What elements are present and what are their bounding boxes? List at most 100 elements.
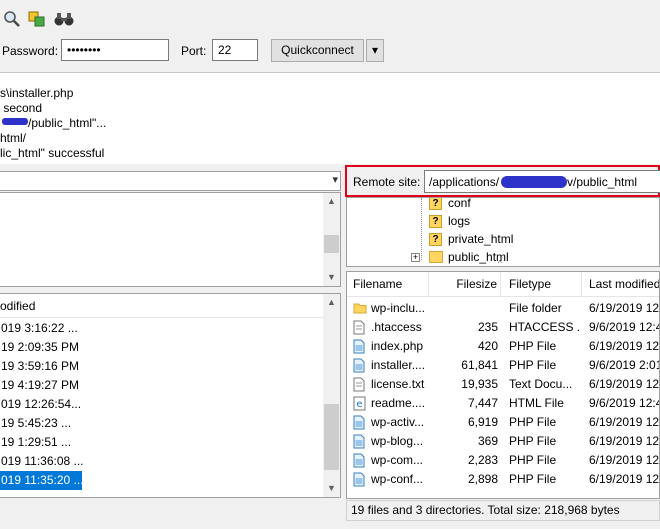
port-label: Port: — [181, 44, 207, 58]
remote-file-list[interactable]: Filename Filesize Filetype Last modified… — [346, 271, 660, 499]
tree-item-logs[interactable]: ? logs — [429, 212, 629, 231]
filesize-cell — [429, 299, 498, 318]
modified-cell: 6/19/2019 12:0 — [589, 339, 660, 353]
local-list-scrollbar[interactable]: ▲ ▼ — [323, 294, 340, 497]
unknown-folder-icon: ? — [429, 198, 442, 210]
tree-item-public-html[interactable]: + public_html — [411, 248, 631, 266]
local-site-path-input[interactable]: ▾ — [0, 171, 341, 191]
filesize-cell: 6,919 — [467, 415, 498, 429]
filetype-cell: HTACCESS ... — [509, 320, 581, 334]
remote-site-path-input[interactable]: /applications/ v/public_html — [424, 170, 660, 193]
table-row-selected[interactable]: 019 11:35:20 ... — [0, 471, 84, 490]
remote-path-start: /applications/ — [429, 175, 500, 189]
column-header-label: Filename — [353, 277, 403, 291]
table-row[interactable]: 19 3:59:16 PM — [0, 357, 324, 376]
table-row[interactable]: 19 5:45:23 ... — [0, 414, 324, 433]
scroll-thumb[interactable] — [324, 235, 339, 253]
compare-icon[interactable] — [27, 9, 47, 29]
remote-site-bar: Remote site: /applications/ v/public_htm… — [345, 165, 660, 197]
modified-cell: 19 1:29:51 ... — [1, 435, 72, 449]
tree-item-label: conf — [448, 197, 471, 210]
local-file-list[interactable]: odified 019 3:16:22 ... 19 2:09:35 PM 19… — [0, 293, 341, 498]
table-row[interactable]: 019 3:16:22 ... — [0, 319, 324, 338]
table-row[interactable]: wp-com... 2,283 PHP File 6/19/2019 12:0 — [347, 451, 659, 470]
column-header-label: Filetype — [509, 277, 552, 291]
modified-cell: 019 12:26:54... — [1, 397, 82, 411]
filetype-cell: PHP File — [509, 339, 557, 353]
php-file-icon — [353, 453, 366, 468]
table-row[interactable]: index.php 420 PHP File 6/19/2019 12:0 — [347, 337, 660, 356]
filename-cell: index.php — [371, 339, 424, 353]
php-file-icon — [353, 358, 366, 373]
modified-cell: 19 4:19:27 PM — [1, 378, 80, 392]
scroll-down-icon[interactable]: ▼ — [323, 269, 340, 286]
quickconnect-dropdown-button[interactable]: ▾ — [366, 39, 384, 62]
folder-icon — [429, 251, 443, 263]
modified-cell: 9/6/2019 2:01 — [589, 358, 660, 372]
column-header-label: Filesize — [456, 277, 497, 291]
modified-cell: 19 3:59:16 PM — [1, 359, 80, 373]
modified-cell: 6/19/2019 12:0 — [589, 377, 660, 391]
column-header-filesize[interactable]: Filesize — [429, 272, 501, 296]
password-field[interactable]: •••••••• — [61, 39, 169, 61]
modified-cell: 9/6/2019 12:4 — [589, 320, 660, 334]
local-tree-scrollbar[interactable]: ▲ ▼ — [323, 193, 340, 286]
table-row[interactable]: wp-blog... 369 PHP File 6/19/2019 12:0 — [347, 432, 659, 451]
tree-item-label: logs — [448, 214, 471, 228]
filesize-cell: 19,935 — [461, 377, 498, 391]
table-row[interactable]: 19 1:29:51 ... — [0, 433, 324, 452]
unknown-folder-icon: ? — [429, 215, 442, 228]
tree-item-conf[interactable]: ? conf — [429, 197, 629, 213]
table-row[interactable]: .htaccess 235 HTACCESS ... 9/6/2019 12:4 — [347, 318, 660, 337]
remote-status-bar: 19 files and 3 directories. Total size: … — [346, 500, 660, 521]
password-label: Password: — [2, 44, 59, 58]
filetype-cell: PHP File — [509, 472, 557, 486]
php-file-icon — [353, 472, 366, 487]
column-header-filetype[interactable]: Filetype — [501, 272, 582, 296]
column-header-filename[interactable]: Filename — [347, 272, 429, 296]
table-row[interactable]: e readme.... 7,447 HTML File 9/6/2019 12:4 — [347, 394, 659, 413]
remote-path-end: v/public_html — [567, 175, 638, 189]
port-field[interactable]: 22 — [212, 39, 258, 61]
scroll-up-icon[interactable]: ▲ — [323, 193, 340, 210]
scroll-down-icon[interactable]: ▼ — [323, 480, 340, 497]
php-file-icon — [353, 339, 366, 354]
column-header-label: Last modified — [589, 277, 660, 291]
table-row[interactable]: 019 12:26:54... — [0, 395, 324, 414]
column-header-last-modified[interactable]: odified — [0, 294, 324, 318]
quickconnect-button[interactable]: Quickconnect — [271, 39, 364, 62]
table-row[interactable]: installer.... 61,841 PHP File 9/6/2019 2:01 — [347, 356, 660, 375]
remote-tree-pane[interactable]: ? conf ? logs ? private_html + public_ht… — [346, 197, 660, 267]
tree-item-private-html[interactable]: ? private_html — [429, 230, 629, 249]
modified-cell: 019 3:16:22 ... — [1, 321, 78, 335]
log-line: /public_html"... — [28, 116, 107, 130]
table-row[interactable]: 19 4:19:27 PM — [0, 376, 324, 395]
filesize-cell: 2,283 — [467, 453, 498, 467]
table-row[interactable]: wp-activ... 6,919 PHP File 6/19/2019 12:0 — [347, 413, 659, 432]
filename-cell: wp-activ... — [371, 415, 425, 429]
toolbar — [0, 0, 660, 36]
table-row[interactable]: 019 11:36:08 ... — [0, 452, 324, 471]
sort-indicator-icon: ^ — [498, 259, 502, 267]
find-icon[interactable] — [53, 9, 74, 29]
modified-cell: 019 11:36:08 ... — [1, 454, 84, 468]
table-row[interactable]: wp-inclu... File folder 6/19/2019 12:0 — [347, 299, 660, 318]
chevron-down-icon[interactable]: ▾ — [332, 173, 338, 186]
search-files-icon[interactable] — [2, 9, 22, 29]
scroll-thumb[interactable] — [324, 404, 339, 470]
scroll-up-icon[interactable]: ▲ — [323, 294, 340, 311]
filesize-cell: 61,841 — [461, 358, 498, 372]
filename-cell: wp-com... — [371, 453, 424, 467]
log-line: lic_html" successful — [0, 146, 105, 160]
table-row[interactable]: 19 2:09:35 PM — [0, 338, 324, 357]
table-row[interactable]: license.txt 19,935 Text Docu... 6/19/2019 1… — [347, 375, 660, 394]
expand-icon[interactable]: + — [411, 253, 420, 262]
column-header-label: odified — [0, 299, 36, 313]
table-row[interactable]: wp-conf... 2,898 PHP File 6/19/2019 12:0 — [347, 470, 659, 489]
column-header-last-modified[interactable]: Last modified — [582, 272, 660, 296]
local-tree-pane[interactable]: ▲ ▼ — [0, 192, 341, 287]
filename-cell: .htaccess — [371, 320, 422, 334]
filetype-cell: Text Docu... — [509, 377, 573, 391]
filename-cell: wp-inclu... — [371, 301, 426, 315]
modified-cell: 6/19/2019 12:0 — [589, 301, 660, 315]
